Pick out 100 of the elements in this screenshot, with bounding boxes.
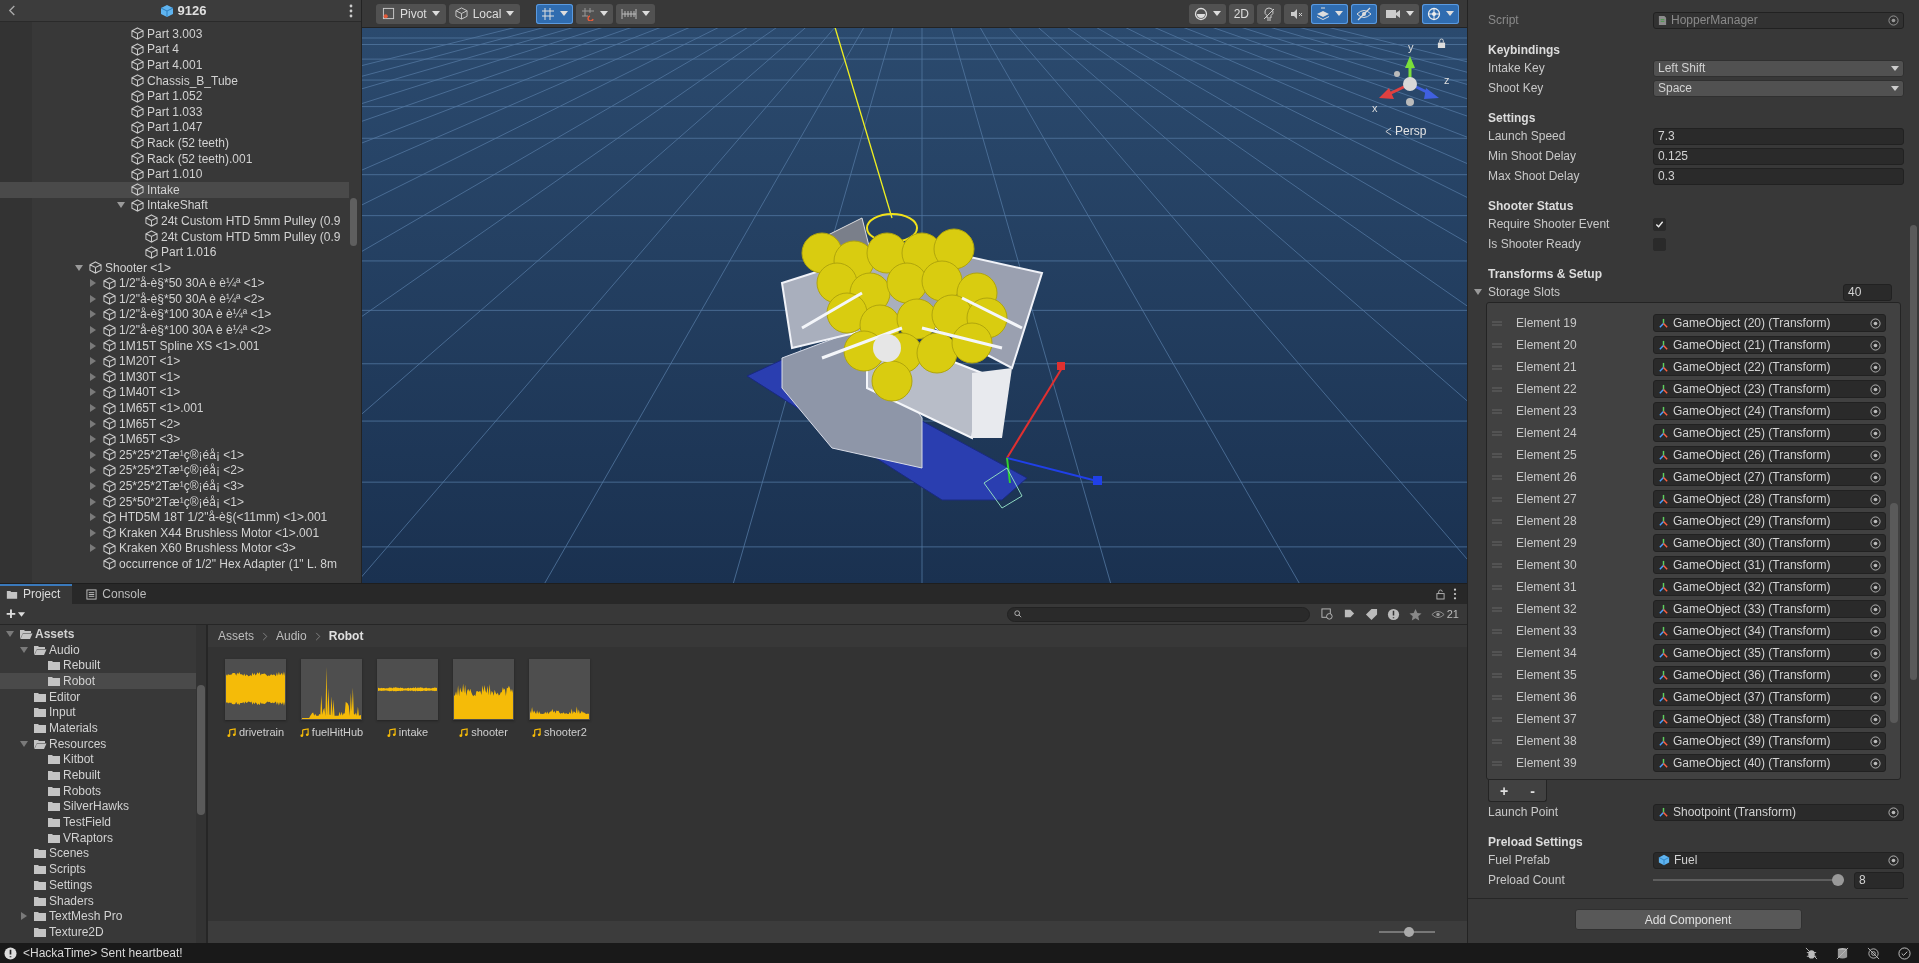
folder-item[interactable]: Materials	[0, 720, 196, 736]
asset-name[interactable]: shooter2	[544, 726, 587, 738]
hierarchy-item[interactable]: Part 1.047	[0, 119, 349, 136]
object-field[interactable]: GameObject (31) (Transform)	[1653, 556, 1886, 574]
folder-item[interactable]: Rebuilt	[0, 657, 196, 674]
folder-item[interactable]: Texture2D	[0, 924, 196, 940]
breadcrumb-link[interactable]: Robot	[328, 629, 364, 643]
hierarchy-item[interactable]: 1/2"å-è§*50 30A è è¼ª <2>	[0, 291, 349, 307]
collapsed-arrow-icon[interactable]	[89, 513, 97, 522]
target-icon[interactable]	[1870, 361, 1881, 373]
folder-item[interactable]: Kitbot	[0, 751, 196, 768]
hierarchy-item[interactable]: occurrence of 1/2" Hex Adapter (1" L. 8m	[0, 556, 349, 572]
folder-item[interactable]: Assets	[0, 626, 196, 642]
object-field[interactable]: GameObject (29) (Transform)	[1653, 512, 1886, 530]
star-icon[interactable]	[1408, 607, 1422, 621]
object-field[interactable]: GameObject (39) (Transform)	[1653, 732, 1886, 750]
folder-item[interactable]: Editor	[0, 688, 196, 705]
hierarchy-item[interactable]: Part 1.033	[0, 103, 349, 120]
target-icon[interactable]	[1870, 383, 1881, 395]
hierarchy-item[interactable]: Shooter <1>	[0, 259, 349, 276]
lock-icon[interactable]	[1437, 38, 1446, 49]
collapsed-arrow-icon[interactable]	[89, 544, 97, 553]
hierarchy-item[interactable]: Part 4	[0, 41, 349, 58]
hierarchy-item[interactable]: IntakeShaft	[0, 197, 349, 214]
number-field[interactable]: 7.3	[1653, 127, 1904, 145]
object-field[interactable]: GameObject (23) (Transform)	[1653, 380, 1886, 398]
object-field[interactable]: GameObject (38) (Transform)	[1653, 710, 1886, 728]
waveform-thumbnail[interactable]	[301, 659, 362, 720]
folder-item[interactable]: VRaptors	[0, 829, 196, 846]
expanded-arrow-icon[interactable]	[20, 645, 28, 654]
target-icon[interactable]	[1888, 854, 1899, 866]
panel-tab[interactable]: Console	[80, 584, 159, 604]
view-option-button[interactable]	[1257, 3, 1281, 24]
breadcrumb-link[interactable]: Assets	[218, 629, 254, 643]
target-icon[interactable]	[1870, 625, 1881, 637]
hierarchy-item[interactable]: 25*25*2Tæ¹ç®¡éå¡ <2>	[0, 462, 349, 479]
target-icon[interactable]	[1888, 806, 1899, 818]
collapsed-arrow-icon[interactable]	[89, 279, 97, 288]
scrollbar[interactable]	[196, 625, 206, 943]
object-field[interactable]: GameObject (35) (Transform)	[1653, 644, 1886, 662]
hierarchy-item[interactable]: 1/2"å-è§*100 30A è è¼ª <2>	[0, 322, 349, 338]
collapsed-arrow-icon[interactable]	[89, 294, 97, 303]
waveform-thumbnail[interactable]	[377, 659, 438, 720]
target-icon[interactable]	[1870, 691, 1881, 703]
target-icon[interactable]	[1870, 493, 1881, 505]
target-icon[interactable]	[1870, 559, 1881, 571]
target-icon[interactable]	[1888, 14, 1899, 26]
folder-item[interactable]: Audio	[0, 641, 196, 658]
target-icon[interactable]	[1870, 317, 1881, 329]
folder-item[interactable]: TextMesh Pro	[0, 908, 196, 925]
object-field[interactable]: GameObject (37) (Transform)	[1653, 688, 1886, 706]
object-field[interactable]: GameObject (40) (Transform)	[1653, 754, 1886, 772]
scene-viewport[interactable]: y x z Persp	[362, 28, 1467, 583]
view-option-button[interactable]	[1284, 3, 1308, 24]
database-icon[interactable]	[1836, 946, 1849, 960]
hierarchy-item[interactable]: 1M30T <1>	[0, 369, 349, 385]
target-icon[interactable]	[1870, 449, 1881, 461]
collapsed-arrow-icon[interactable]	[89, 404, 97, 413]
view-option-button[interactable]	[1188, 3, 1226, 24]
target-icon[interactable]	[1870, 515, 1881, 527]
collapsed-arrow-icon[interactable]	[89, 326, 97, 335]
object-field[interactable]: GameObject (33) (Transform)	[1653, 600, 1886, 618]
collapsed-arrow-icon[interactable]	[89, 341, 97, 350]
hierarchy-item[interactable]: Part 1.016	[0, 244, 349, 260]
hierarchy-item[interactable]: Part 1.052	[0, 88, 349, 104]
asset-name[interactable]: shooter	[471, 726, 508, 738]
hierarchy-item[interactable]: Part 4.001	[0, 57, 349, 73]
lock-icon[interactable]	[1436, 588, 1445, 600]
expanded-arrow-icon[interactable]	[117, 201, 125, 210]
snap-tool-button[interactable]	[616, 3, 656, 24]
number-field[interactable]: 8	[1854, 871, 1904, 889]
waveform-thumbnail[interactable]	[453, 659, 514, 720]
waveform-thumbnail[interactable]	[529, 659, 590, 720]
search-field[interactable]	[1006, 606, 1310, 622]
dropdown-field[interactable]: Left Shift	[1653, 59, 1904, 77]
target-icon[interactable]	[1870, 339, 1881, 351]
target-icon[interactable]	[1870, 647, 1881, 659]
asset-name[interactable]: fuelHitHub	[311, 726, 364, 738]
hierarchy-item[interactable]: 24t Custom HTD 5mm Pulley (0.9	[0, 228, 349, 245]
expanded-arrow-icon[interactable]	[1474, 288, 1482, 296]
collapsed-arrow-icon[interactable]	[89, 497, 97, 506]
slider-thumb[interactable]	[1832, 874, 1844, 886]
warning-icon[interactable]	[1386, 607, 1400, 621]
collapsed-arrow-icon[interactable]	[20, 912, 28, 921]
target-icon[interactable]	[1870, 405, 1881, 417]
folder-item[interactable]: Scripts	[0, 861, 196, 877]
hierarchy-item[interactable]: 1M40T <1>	[0, 384, 349, 401]
object-field[interactable]: GameObject (28) (Transform)	[1653, 490, 1886, 508]
number-field[interactable]: 0.3	[1653, 167, 1904, 185]
back-icon[interactable]	[8, 5, 17, 16]
check-circle-icon[interactable]	[1898, 946, 1911, 960]
hidden-packages-toggle[interactable]: 21	[1430, 608, 1459, 620]
target-icon[interactable]	[1870, 713, 1881, 725]
object-field[interactable]: GameObject (34) (Transform)	[1653, 622, 1886, 640]
folder-item[interactable]: Resources	[0, 735, 196, 752]
object-field[interactable]: GameObject (27) (Transform)	[1653, 468, 1886, 486]
view-option-button[interactable]	[1311, 3, 1348, 24]
hierarchy-item[interactable]: Part 3.003	[0, 26, 349, 42]
more-options-icon[interactable]	[349, 3, 353, 18]
collapsed-arrow-icon[interactable]	[89, 482, 97, 490]
